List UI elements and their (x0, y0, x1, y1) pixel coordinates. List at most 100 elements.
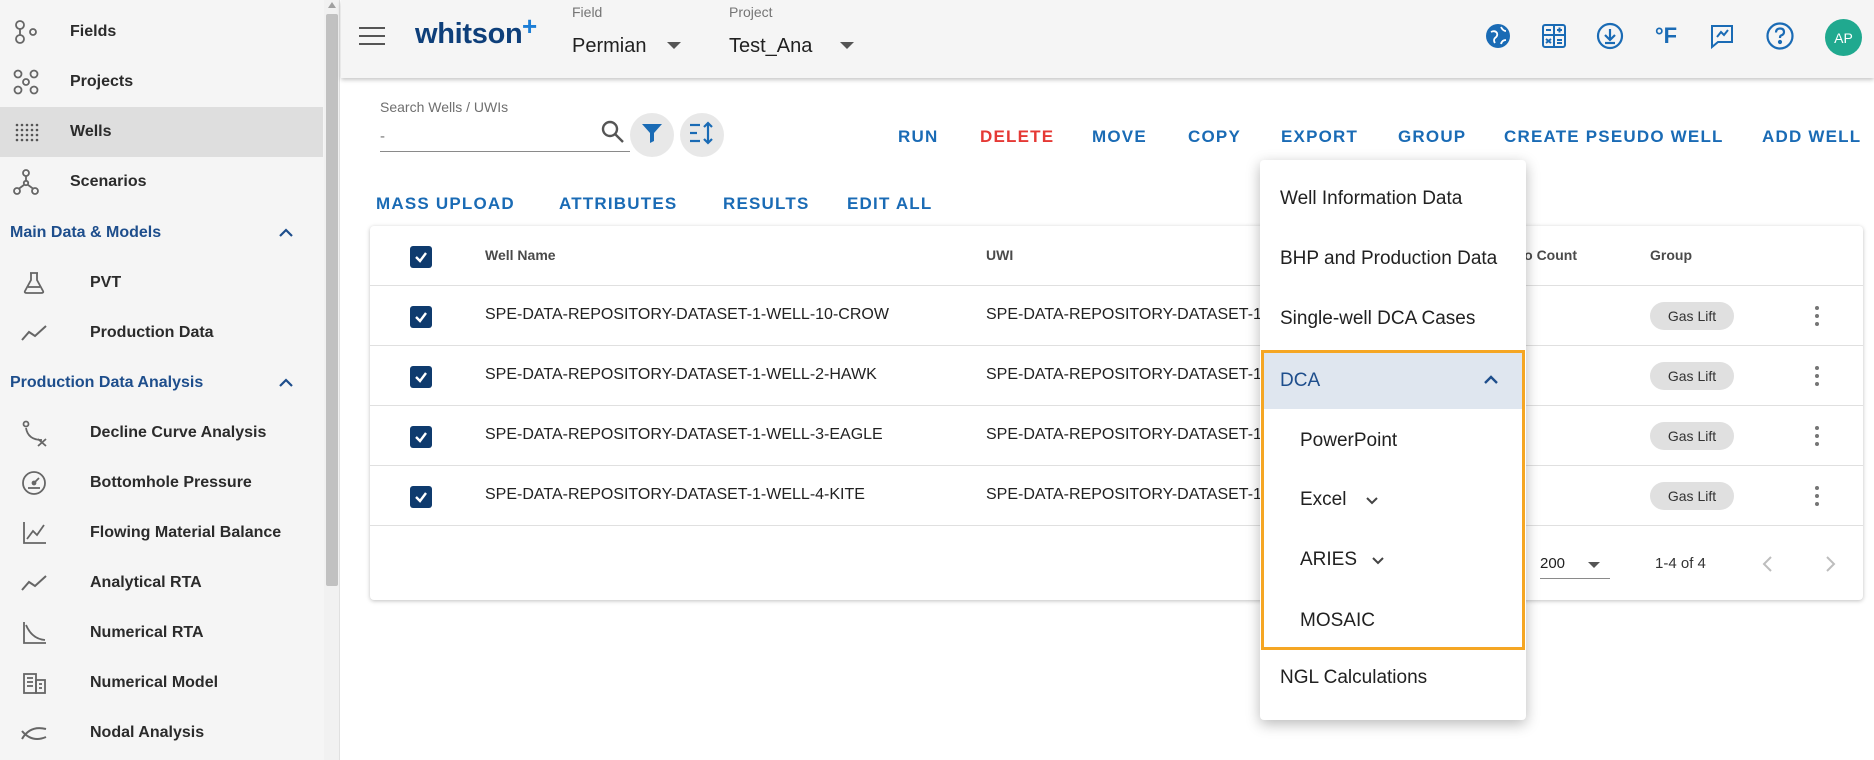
row-checkbox[interactable] (410, 366, 432, 388)
project-selector[interactable]: Project Test_Ana (729, 0, 859, 78)
column-header-group[interactable]: Group (1650, 247, 1692, 263)
sidebar-item-numerical-rta[interactable]: Numerical RTA (0, 608, 323, 658)
results-button[interactable]: RESULTS (723, 194, 809, 214)
row-checkbox[interactable] (410, 486, 432, 508)
download-icon[interactable] (1592, 18, 1628, 54)
section-title: Production Data Analysis (10, 374, 204, 391)
mass-upload-button[interactable]: MASS UPLOAD (376, 194, 515, 214)
table-row[interactable]: SPE-DATA-REPOSITORY-DATASET-1-WELL-4-KIT… (370, 466, 1863, 526)
sidebar-item-production-data[interactable]: Production Data (0, 308, 323, 358)
field-value: Permian (572, 35, 647, 57)
menu-item-aries[interactable]: ARIES (1264, 532, 1522, 588)
move-button[interactable]: MOVE (1092, 127, 1147, 147)
more-vert-icon[interactable] (1803, 482, 1831, 510)
menu-item-single-well-dca-cases[interactable]: Single-well DCA Cases (1260, 291, 1526, 347)
more-vert-icon[interactable] (1803, 362, 1831, 390)
attributes-button[interactable]: ATTRIBUTES (559, 194, 677, 214)
group-chip: Gas Lift (1650, 302, 1734, 330)
menu-item-bhp-production-data[interactable]: BHP and Production Data (1260, 231, 1526, 287)
sidebar-item-label: Analytical RTA (90, 574, 202, 591)
scroll-up-arrow-icon[interactable] (328, 2, 336, 8)
sidebar-item-label: Numerical RTA (90, 624, 204, 641)
sidebar-item-pvt[interactable]: PVT (0, 258, 323, 308)
menu-item-label: BHP and Production Data (1280, 248, 1498, 269)
menu-item-ngl-calculations[interactable]: NGL Calculations (1260, 650, 1526, 706)
column-header-uwi[interactable]: UWI (986, 247, 1013, 263)
add-well-button[interactable]: ADD WELL (1762, 127, 1861, 147)
create-pseudo-well-button[interactable]: CREATE PSEUDO WELL (1504, 127, 1724, 147)
sort-button[interactable] (680, 113, 724, 157)
table-row[interactable]: SPE-DATA-REPOSITORY-DATASET-1-WELL-2-HAW… (370, 346, 1863, 406)
more-vert-icon[interactable] (1803, 302, 1831, 330)
menu-item-powerpoint[interactable]: PowerPoint (1264, 413, 1522, 469)
menu-item-mosaic[interactable]: MOSAIC (1264, 593, 1522, 649)
rows-per-page-value: 200 (1540, 555, 1566, 572)
wells-table: Well Name UWI ario Count Group SPE-DATA-… (370, 226, 1863, 600)
menu-group-dca-header[interactable]: DCA (1264, 353, 1522, 409)
more-vert-icon[interactable] (1803, 422, 1831, 450)
section-production-data-analysis[interactable]: Production Data Analysis (0, 363, 323, 403)
feedback-icon[interactable] (1704, 18, 1740, 54)
chevron-right-icon[interactable] (1815, 549, 1845, 579)
globe-icon[interactable] (1480, 18, 1516, 54)
sidebar-item-projects[interactable]: Projects (0, 57, 323, 107)
fields-icon (10, 16, 42, 48)
sidebar-item-bottomhole-pressure[interactable]: Bottomhole Pressure (0, 458, 323, 508)
menu-item-label: PowerPoint (1300, 430, 1398, 451)
uwi-cell: SPE-DATA-REPOSITORY-DATASET-1 (986, 306, 1262, 323)
menu-item-label: MOSAIC (1300, 610, 1375, 631)
calculator-icon[interactable] (1536, 18, 1572, 54)
sidebar-scrollbar-thumb[interactable] (326, 14, 338, 586)
uwi-cell: SPE-DATA-REPOSITORY-DATASET-1 (986, 366, 1262, 383)
field-caption: Field (572, 4, 603, 20)
caret-down-icon (667, 42, 681, 49)
export-button[interactable]: EXPORT (1281, 127, 1358, 147)
sidebar-item-label: Projects (70, 73, 134, 90)
group-button[interactable]: GROUP (1398, 127, 1466, 147)
search-input[interactable] (380, 122, 630, 152)
field-selector[interactable]: Field Permian (572, 0, 682, 78)
chevron-left-icon[interactable] (1753, 549, 1783, 579)
sidebar-item-scenarios[interactable]: Scenarios (0, 157, 323, 207)
sidebar-item-flowing-material-balance[interactable]: Flowing Material Balance (0, 508, 323, 558)
sidebar-item-nodal-analysis[interactable]: Nodal Analysis (0, 708, 323, 758)
well-name-cell: SPE-DATA-REPOSITORY-DATASET-1-WELL-4-KIT… (485, 486, 865, 503)
sidebar-item-decline-curve-analysis[interactable]: Decline Curve Analysis (0, 408, 323, 458)
temperature-units-icon[interactable]: °F (1648, 18, 1684, 54)
edit-all-button[interactable]: EDIT ALL (847, 194, 932, 214)
uwi-cell: SPE-DATA-REPOSITORY-DATASET-1 (986, 486, 1262, 503)
sidebar-item-analytical-rta[interactable]: Analytical RTA (0, 558, 323, 608)
sidebar-item-numerical-model[interactable]: Numerical Model (0, 658, 323, 708)
menu-item-excel[interactable]: Excel (1264, 472, 1522, 528)
nodal-icon (18, 717, 50, 749)
sidebar-item-label: Bottomhole Pressure (90, 474, 252, 491)
section-main-data-models[interactable]: Main Data & Models (0, 213, 323, 253)
copy-button[interactable]: COPY (1188, 127, 1241, 147)
scenarios-icon (10, 166, 42, 198)
menu-icon[interactable] (359, 27, 385, 47)
rows-per-page-select[interactable]: 200 (1540, 551, 1610, 579)
row-checkbox[interactable] (410, 306, 432, 328)
delete-button[interactable]: DELETE (980, 127, 1054, 147)
menu-item-label: Excel (1300, 489, 1347, 510)
avatar[interactable]: AP (1825, 19, 1862, 56)
run-button[interactable]: RUN (898, 127, 938, 147)
logo: whitson + (415, 11, 537, 50)
table-row[interactable]: SPE-DATA-REPOSITORY-DATASET-1-WELL-10-CR… (370, 286, 1863, 346)
sidebar-item-label: Scenarios (70, 173, 147, 190)
chevron-up-icon (278, 375, 294, 396)
table-row[interactable]: SPE-DATA-REPOSITORY-DATASET-1-WELL-3-EAG… (370, 406, 1863, 466)
row-checkbox[interactable] (410, 426, 432, 448)
menu-item-well-information-data[interactable]: Well Information Data (1260, 171, 1526, 227)
column-header-well-name[interactable]: Well Name (485, 247, 556, 263)
select-all-checkbox[interactable] (410, 246, 432, 268)
sidebar-item-label: Production Data (90, 324, 214, 341)
sidebar-item-fields[interactable]: Fields (0, 7, 323, 57)
search-icon[interactable] (600, 119, 628, 147)
filter-button[interactable] (630, 113, 674, 157)
chevron-up-icon (1482, 371, 1500, 394)
filter-icon (640, 121, 664, 150)
help-icon[interactable] (1762, 18, 1798, 54)
wells-icon (10, 116, 42, 148)
sidebar-item-wells[interactable]: Wells (0, 107, 323, 157)
